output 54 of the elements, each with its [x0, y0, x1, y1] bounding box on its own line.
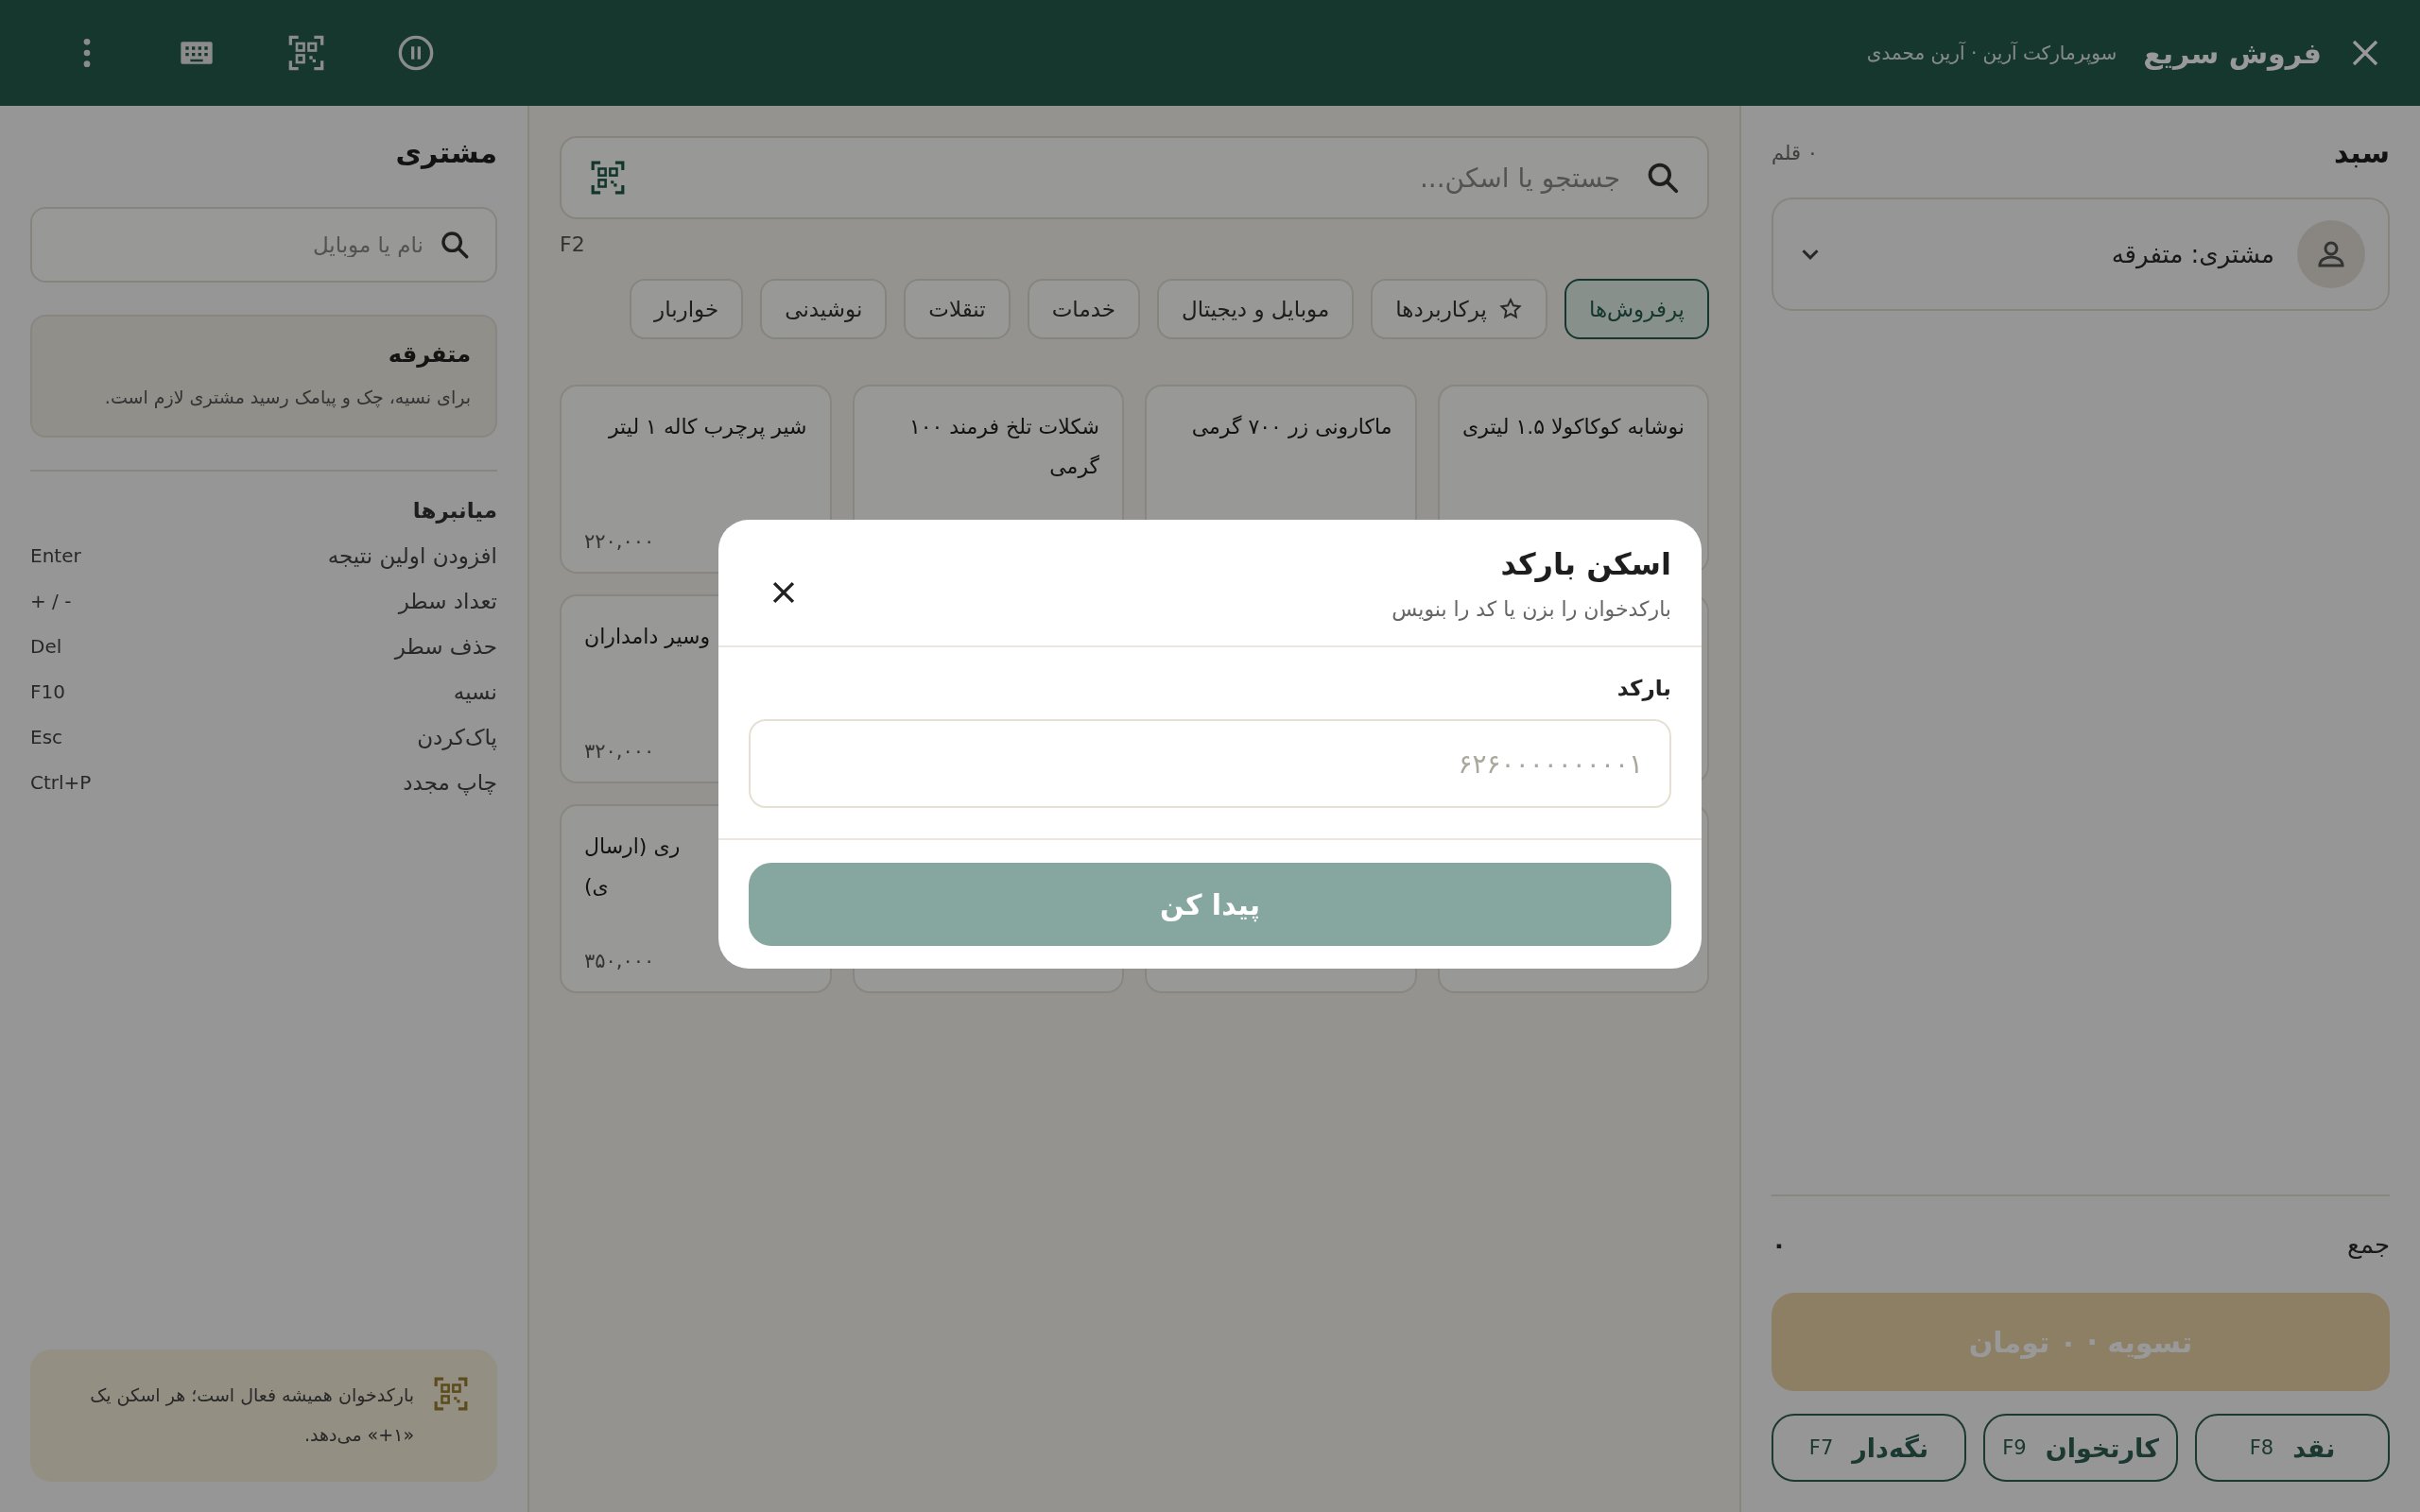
star-icon [1497, 297, 1523, 321]
category-tab[interactable]: خواربار [630, 279, 744, 339]
customer-selector[interactable]: مشتری: متفرقه [1772, 198, 2390, 311]
customer-card-name: متفرقه [387, 341, 471, 368]
shortcut-action: چاپ مجدد [403, 770, 497, 795]
app-title: فروش سریع [2143, 36, 2322, 70]
shortcut-key: Enter [30, 544, 81, 567]
product-name: ری (ارسال ی) [584, 833, 681, 900]
scanner-hint-text: بارکدخوان همیشه فعال است؛ هر اسکن یک «۱+» می‌دهد. [89, 1383, 414, 1448]
barcode-scan-icon [287, 34, 325, 72]
total-value: ۰ [1772, 1230, 1787, 1259]
product-price: ۲۲۰,۰۰۰ [584, 530, 655, 553]
product-name: وسیر دامداران [584, 624, 711, 650]
shortcut-key: F10 [30, 680, 65, 703]
customer-panel-title: مشتری [394, 136, 497, 169]
product-name: نوشابه کوکاکولا ۱.۵ لیتری [1461, 414, 1685, 440]
barcode-scan-icon [590, 160, 626, 196]
total-label: جمع [2347, 1230, 2390, 1259]
shortcut-action: پاک‌کردن [417, 725, 497, 749]
shortcut-key: Del [30, 635, 62, 658]
category-tab[interactable]: پرکاربردها [1371, 279, 1547, 339]
search-icon [439, 229, 471, 261]
category-tab[interactable]: نوشیدنی [760, 279, 888, 339]
barcode-scan-icon [433, 1376, 469, 1413]
store-user-label: سوپرمارکت آرین · آرین محمدی [1866, 42, 2118, 64]
pause-icon[interactable] [397, 34, 435, 72]
shortcut-action: تعداد سطر [398, 589, 497, 613]
shortcut-key: Ctrl+P [30, 771, 92, 794]
customer-search-input[interactable]: نام یا موبایل [57, 208, 425, 282]
product-search-input[interactable]: جستجو یا اسکن... [648, 137, 1622, 218]
customer-search-field[interactable]: نام یا موبایل [30, 207, 497, 283]
shortcut-action: حذف سطر [394, 634, 497, 659]
shortcut-action: نسیه [453, 679, 497, 704]
product-name: شکلات تلخ فرمند ۱۰۰ گرمی [908, 414, 1099, 480]
product-search-field[interactable]: جستجو یا اسکن... [560, 136, 1709, 219]
category-tab[interactable]: پرفروش‌ها [1564, 279, 1709, 339]
category-tab[interactable]: موبایل و دیجیتال [1157, 279, 1355, 339]
field-label: بارکد [1616, 676, 1671, 700]
item-count: ۰ قلم [1772, 141, 1818, 164]
product-price: ۳۲۰,۰۰۰ [584, 740, 655, 763]
category-tab[interactable]: تنقلات [904, 279, 1011, 339]
product-name: ماکارونی زر ۷۰۰ گرمی [1190, 414, 1392, 440]
product-price: ۳۵۰,۰۰۰ [584, 950, 655, 972]
shortcut-hint: F2 [560, 232, 585, 256]
shortcuts-title: میانبرها [411, 498, 497, 523]
product-name: شیر پرچرب کاله ۱ لیتر [607, 414, 807, 441]
cart-title: سبد [2333, 136, 2390, 169]
category-tab[interactable]: خدمات [1027, 279, 1140, 339]
shortcut-key: Esc [30, 726, 63, 748]
dialog-subtitle: بارکدخوان را بزن یا کد را بنویس [1392, 597, 1671, 621]
customer-name: مشتری: متفرقه [2110, 240, 2274, 268]
customer-card-note: برای نسیه، چک و پیامک رسید مشتری لازم است. [103, 387, 471, 407]
shortcut-action: افزودن اولین نتیجه [327, 543, 497, 568]
shortcut-key: + / - [30, 590, 72, 612]
